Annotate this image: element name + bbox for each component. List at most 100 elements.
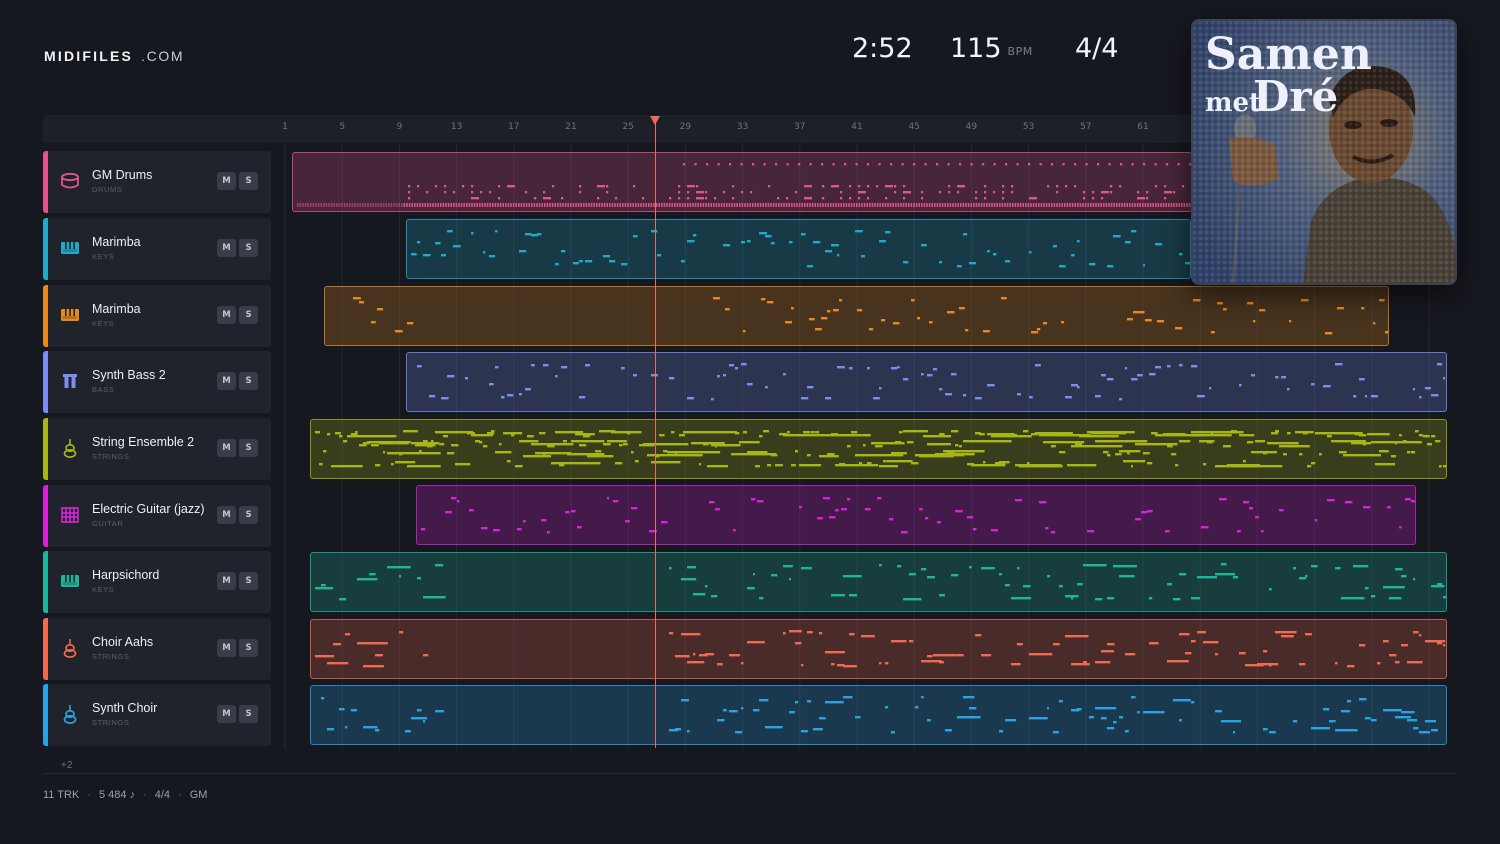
midi-clip[interactable] (310, 619, 1447, 679)
mute-button[interactable]: M (217, 506, 236, 524)
violin-icon (60, 704, 80, 724)
ruler-label: 53 (1022, 122, 1035, 132)
ruler-label: 37 (794, 122, 806, 132)
track-header[interactable]: Marimba KEYS M S (43, 218, 271, 280)
keyboard-icon (60, 305, 80, 325)
bpm-value: 115 (950, 33, 1002, 64)
midi-clip[interactable] (310, 419, 1447, 479)
track-category: STRINGS (92, 718, 130, 727)
elapsed-time: 2:52 (852, 33, 913, 64)
track-name: Harpsichord (92, 568, 160, 582)
note-pattern (315, 630, 1446, 668)
solo-button[interactable]: S (239, 506, 258, 524)
mute-button[interactable]: M (217, 705, 236, 723)
track-category: STRINGS (92, 452, 130, 461)
midi-clip[interactable] (310, 552, 1447, 612)
track-name: Marimba (92, 235, 141, 249)
track-category: KEYS (92, 252, 115, 261)
ruler-label: 5 (339, 122, 346, 132)
album-cover: Samen met Dré (1191, 19, 1457, 285)
bass-icon (60, 371, 80, 391)
track-category: KEYS (92, 319, 115, 328)
track-name: Choir Aahs (92, 635, 154, 649)
track-category: STRINGS (92, 652, 130, 661)
brand-domain: .COM (141, 48, 185, 64)
midi-clip[interactable] (416, 485, 1416, 545)
status-track-count: 11 TRK (43, 789, 80, 801)
mute-button[interactable]: M (217, 372, 236, 390)
track-name: Marimba (92, 302, 141, 316)
mute-button[interactable]: M (217, 572, 236, 590)
keyboard-icon (60, 238, 80, 258)
ruler-label: 61 (1137, 122, 1149, 132)
ruler-label: 25 (622, 122, 634, 132)
ruler-label: 57 (1080, 122, 1092, 132)
ruler-label: 13 (450, 122, 463, 132)
playhead-marker[interactable] (650, 116, 660, 125)
track-header[interactable]: Harpsichord KEYS M S (43, 551, 271, 613)
status-bar: 11 TRK · 5 484 ♪ · 4/4 · GM (43, 789, 208, 801)
solo-button[interactable]: S (239, 572, 258, 590)
track-header[interactable]: Electric Guitar (jazz) GUITAR M S (43, 485, 271, 547)
note-pattern (411, 230, 1190, 268)
mute-button[interactable]: M (217, 439, 236, 457)
cover-title-line2b: Dré (1253, 72, 1338, 121)
solo-button[interactable]: S (239, 705, 258, 723)
brand-name: MIDIFILES (44, 48, 134, 64)
ruler-label: 45 (908, 122, 920, 132)
track-color-bar (43, 218, 48, 280)
note-pattern (421, 497, 1415, 534)
mute-button[interactable]: M (217, 306, 236, 324)
midi-clip[interactable] (310, 685, 1447, 745)
note-pattern (315, 430, 1446, 468)
solo-button[interactable]: S (239, 639, 258, 657)
track-header[interactable]: Marimba KEYS M S (43, 285, 271, 347)
note-pattern (297, 163, 1191, 207)
time-signature-display: 4/4 (1075, 33, 1119, 64)
track-header[interactable]: Synth Choir STRINGS M S (43, 684, 271, 746)
solo-button[interactable]: S (239, 306, 258, 324)
ruler-label: 33 (736, 122, 749, 132)
track-name: Synth Choir (92, 701, 158, 715)
track-color-bar (43, 618, 48, 680)
ruler-label: 41 (851, 122, 863, 132)
midi-clip[interactable] (324, 286, 1389, 346)
violin-icon (60, 438, 80, 458)
ruler-label: 9 (396, 122, 403, 132)
track-color-bar (43, 285, 48, 347)
solo-button[interactable]: S (239, 239, 258, 257)
mute-button[interactable]: M (217, 239, 236, 257)
track-color-bar (43, 418, 48, 480)
track-name: Synth Bass 2 (92, 368, 166, 382)
tempo-display: 115 BPM (950, 33, 1033, 69)
ruler-label: 17 (508, 122, 520, 132)
note-pattern (353, 297, 1388, 335)
track-name: GM Drums (92, 168, 153, 182)
track-header[interactable]: Synth Bass 2 BASS M S (43, 351, 271, 413)
track-header[interactable]: String Ensemble 2 STRINGS M S (43, 418, 271, 480)
ruler-label: 21 (565, 122, 577, 132)
drum-icon (60, 171, 80, 191)
midi-clip[interactable] (292, 152, 1192, 212)
track-header[interactable]: Choir Aahs STRINGS M S (43, 618, 271, 680)
ruler-label: 49 (965, 122, 978, 132)
more-tracks-count[interactable]: +2 (61, 760, 72, 771)
midi-clip[interactable] (406, 352, 1447, 412)
note-pattern (315, 563, 1446, 601)
track-category: BASS (92, 385, 115, 394)
track-category: DRUMS (92, 185, 123, 194)
solo-button[interactable]: S (239, 172, 258, 190)
track-color-bar (43, 351, 48, 413)
playhead[interactable] (655, 121, 656, 748)
solo-button[interactable]: S (239, 372, 258, 390)
track-category: GUITAR (92, 519, 124, 528)
track-header[interactable]: GM Drums DRUMS M S (43, 151, 271, 213)
track-color-bar (43, 151, 48, 213)
violin-icon (60, 638, 80, 658)
solo-button[interactable]: S (239, 439, 258, 457)
ruler-label: 1 (282, 122, 288, 132)
track-color-bar (43, 551, 48, 613)
midi-clip[interactable] (406, 219, 1191, 279)
mute-button[interactable]: M (217, 639, 236, 657)
mute-button[interactable]: M (217, 172, 236, 190)
